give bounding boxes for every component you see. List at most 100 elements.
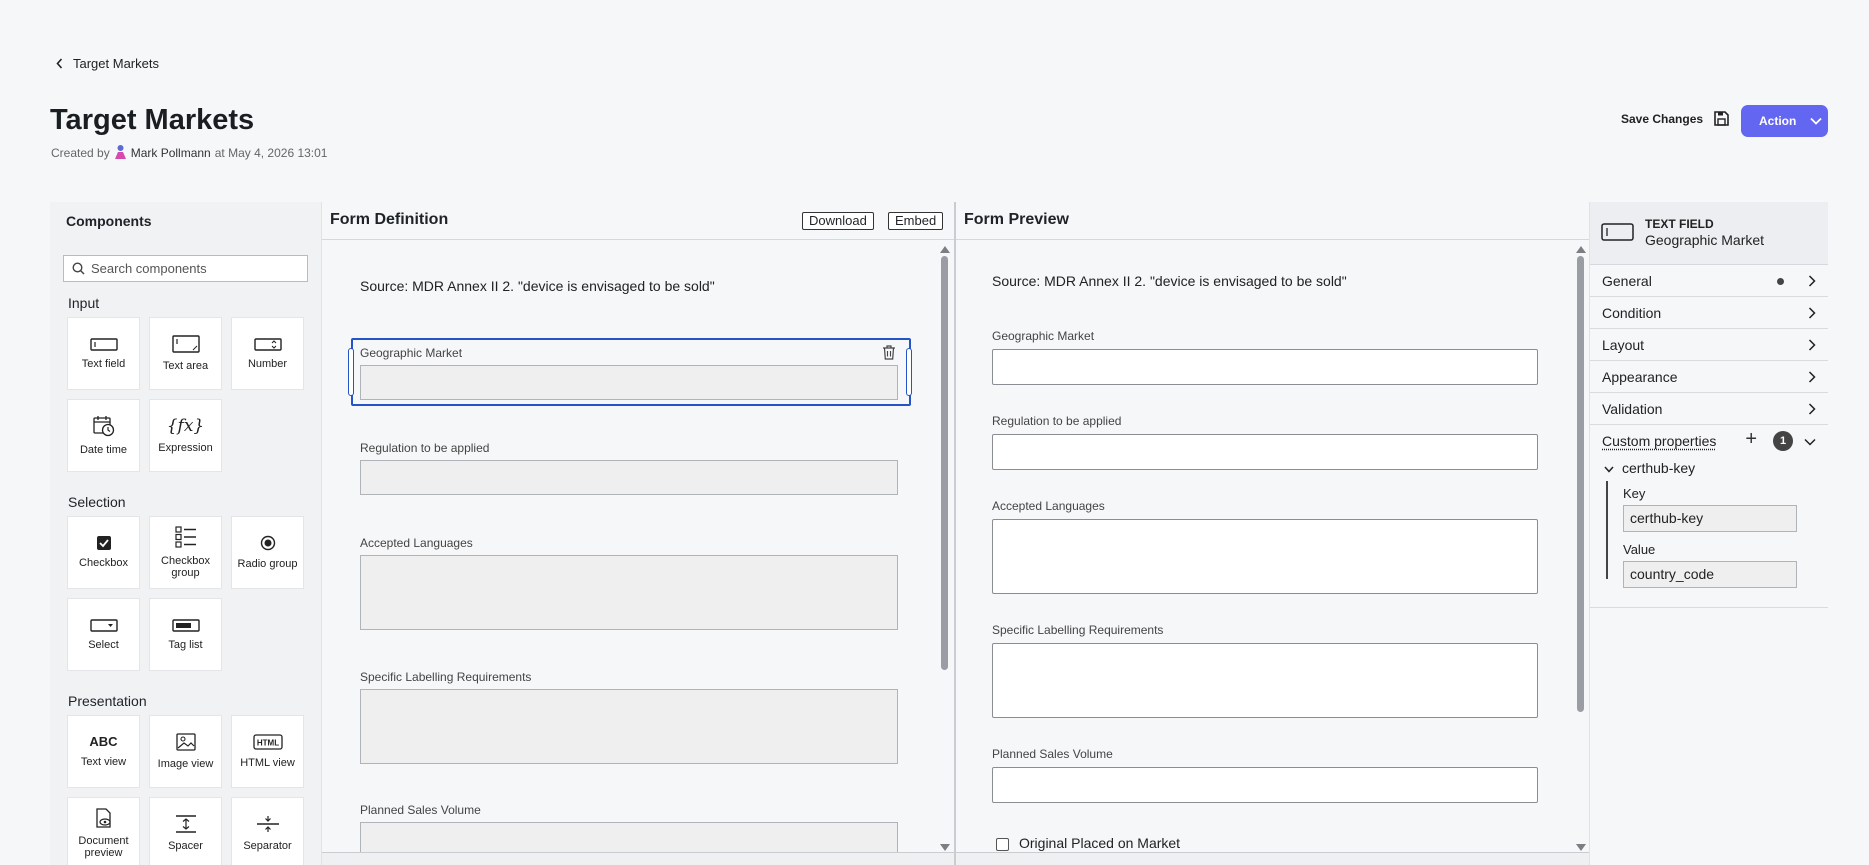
preview-header: Form Preview bbox=[956, 202, 1589, 240]
tile-expression[interactable]: {fx} Expression bbox=[149, 399, 222, 472]
tile-text-field[interactable]: Text field bbox=[67, 317, 140, 390]
divider bbox=[1590, 607, 1828, 608]
preview-textarea[interactable] bbox=[992, 519, 1538, 594]
text-area-icon bbox=[171, 335, 200, 353]
tile-date-time[interactable]: Date time bbox=[67, 399, 140, 472]
row-label: Custom properties bbox=[1602, 433, 1717, 449]
text-field-icon bbox=[89, 338, 118, 351]
chevron-right-icon bbox=[1808, 371, 1816, 383]
components-title: Components bbox=[66, 213, 152, 229]
row-label: Appearance bbox=[1602, 368, 1678, 385]
tile-label: Date time bbox=[79, 443, 128, 456]
component-type: TEXT FIELD bbox=[1645, 217, 1714, 231]
tile-label: Text field bbox=[81, 357, 126, 370]
html-icon: HTML bbox=[252, 734, 283, 750]
tile-number[interactable]: Number bbox=[231, 317, 304, 390]
preview-field-label: Planned Sales Volume bbox=[992, 747, 1113, 761]
action-button[interactable]: Action bbox=[1741, 105, 1828, 137]
back-link[interactable]: Target Markets bbox=[56, 56, 159, 71]
section-general[interactable]: General bbox=[1590, 265, 1828, 297]
preview-title: Form Preview bbox=[964, 211, 1069, 228]
preview-source-text: Source: MDR Annex II 2. "device is envis… bbox=[992, 273, 1347, 289]
document-eye-icon bbox=[95, 808, 111, 828]
scroll-down-arrow[interactable] bbox=[940, 844, 950, 851]
field-textarea[interactable] bbox=[360, 689, 898, 764]
section-selection: Selection bbox=[68, 494, 126, 510]
resize-handle-right[interactable] bbox=[906, 348, 912, 396]
tile-checkbox-group[interactable]: Checkbox group bbox=[149, 516, 222, 589]
source-text: Source: MDR Annex II 2. "device is envis… bbox=[360, 278, 715, 294]
preview-input[interactable] bbox=[992, 434, 1538, 470]
embed-button[interactable]: Embed bbox=[888, 212, 944, 230]
preview-hscrollbar[interactable] bbox=[956, 852, 1589, 865]
tile-spacer[interactable]: Spacer bbox=[149, 797, 222, 865]
key-label: Key bbox=[1623, 486, 1646, 501]
section-validation[interactable]: Validation bbox=[1590, 393, 1828, 425]
scroll-thumb[interactable] bbox=[941, 256, 948, 670]
chevron-right-icon bbox=[1808, 339, 1816, 351]
tile-label: Checkbox bbox=[79, 556, 128, 569]
avatar bbox=[114, 145, 126, 159]
function-icon: {fx} bbox=[166, 415, 205, 436]
field-input[interactable] bbox=[360, 822, 898, 853]
created-suffix: at May 4, 2026 13:01 bbox=[214, 145, 328, 160]
preview-scrollbar[interactable] bbox=[1575, 242, 1586, 851]
tile-label: Document preview bbox=[78, 834, 129, 859]
scroll-down-arrow[interactable] bbox=[1576, 844, 1586, 851]
definition-header: Form Definition Download Embed bbox=[322, 202, 954, 240]
scroll-up-arrow[interactable] bbox=[1576, 246, 1586, 253]
download-button[interactable]: Download bbox=[802, 212, 874, 230]
trash-icon[interactable] bbox=[882, 345, 896, 360]
scroll-thumb[interactable] bbox=[1577, 256, 1584, 712]
preview-input[interactable] bbox=[992, 349, 1538, 385]
preview-checkbox-label: Original Placed on Market bbox=[1019, 835, 1181, 851]
chevron-down-icon[interactable] bbox=[1604, 466, 1614, 473]
preview-field-label: Regulation to be applied bbox=[992, 414, 1122, 428]
tile-checkbox[interactable]: Checkbox bbox=[67, 516, 140, 589]
property-count-badge: 1 bbox=[1773, 431, 1793, 451]
field-label: Specific Labelling Requirements bbox=[360, 670, 532, 684]
resize-handle-left[interactable] bbox=[348, 348, 354, 396]
modified-indicator bbox=[1777, 278, 1784, 285]
preview-textarea[interactable] bbox=[992, 643, 1538, 718]
tile-image-view[interactable]: Image view bbox=[149, 715, 222, 788]
svg-text:HTML: HTML bbox=[256, 738, 278, 747]
inspector-header: TEXT FIELD Geographic Market bbox=[1590, 202, 1828, 265]
key-input[interactable]: certhub-key bbox=[1623, 505, 1797, 532]
field-input[interactable] bbox=[360, 365, 898, 400]
tile-tag-list[interactable]: Tag list bbox=[149, 598, 222, 671]
tile-select[interactable]: Select bbox=[67, 598, 140, 671]
search-components-input[interactable]: Search components bbox=[63, 255, 308, 282]
definition-scrollbar[interactable] bbox=[939, 242, 950, 851]
chevron-down-icon bbox=[1804, 438, 1816, 446]
field-textarea[interactable] bbox=[360, 555, 898, 630]
field-input[interactable] bbox=[360, 460, 898, 495]
section-custom-properties[interactable]: Custom properties + 1 bbox=[1590, 425, 1828, 457]
definition-hscrollbar[interactable] bbox=[322, 852, 954, 865]
section-appearance[interactable]: Appearance bbox=[1590, 361, 1828, 393]
chevron-right-icon bbox=[1808, 275, 1816, 287]
tile-html-view[interactable]: HTML HTML view bbox=[231, 715, 304, 788]
section-layout[interactable]: Layout bbox=[1590, 329, 1828, 361]
preview-input[interactable] bbox=[992, 767, 1538, 803]
tile-label: Spacer bbox=[168, 839, 203, 852]
row-label: Layout bbox=[1602, 336, 1645, 353]
section-condition[interactable]: Condition bbox=[1590, 297, 1828, 329]
tile-document-preview[interactable]: Document preview bbox=[67, 797, 140, 865]
add-property-button[interactable]: + bbox=[1745, 429, 1757, 449]
author-name[interactable]: Mark Pollmann bbox=[131, 146, 211, 160]
tile-label: Radio group bbox=[237, 557, 298, 570]
preview-checkbox[interactable] bbox=[996, 838, 1009, 851]
tile-separator[interactable]: Separator bbox=[231, 797, 304, 865]
field-label: Accepted Languages bbox=[360, 536, 473, 550]
tile-radio-group[interactable]: Radio group bbox=[231, 516, 304, 589]
field-label: Regulation to be applied bbox=[360, 441, 490, 455]
scroll-up-arrow[interactable] bbox=[940, 246, 950, 253]
tile-text-view[interactable]: ABC Text view bbox=[67, 715, 140, 788]
save-changes-button[interactable]: Save Changes bbox=[1621, 110, 1730, 127]
value-input[interactable]: country_code bbox=[1623, 561, 1797, 588]
definition-canvas[interactable]: Source: MDR Annex II 2. "device is envis… bbox=[322, 241, 954, 853]
field-label: Planned Sales Volume bbox=[360, 803, 481, 817]
tile-text-area[interactable]: Text area bbox=[149, 317, 222, 390]
property-item-name[interactable]: certhub-key bbox=[1622, 460, 1695, 476]
